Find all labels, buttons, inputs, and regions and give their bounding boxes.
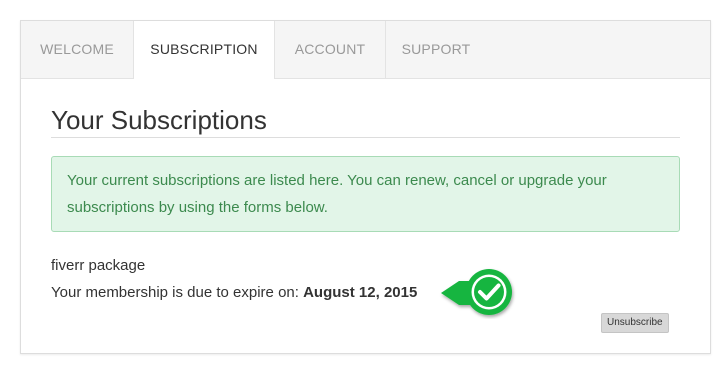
unsubscribe-button[interactable]: Unsubscribe <box>601 313 669 333</box>
tab-bar: WELCOME SUBSCRIPTION ACCOUNT SUPPORT <box>21 21 710 79</box>
page-title: Your Subscriptions <box>51 105 680 138</box>
checkmark-icon <box>439 267 517 319</box>
subscription-name: fiverr package <box>51 257 146 274</box>
tab-support[interactable]: SUPPORT <box>385 21 487 78</box>
tab-account[interactable]: ACCOUNT <box>275 21 386 78</box>
expiry-label: Your membership is due to expire on: <box>51 284 299 301</box>
expiry-line: Your membership is due to expire on: Aug… <box>51 284 417 301</box>
expiry-date: August 12, 2015 <box>303 284 418 301</box>
tab-subscription[interactable]: SUBSCRIPTION <box>133 21 275 79</box>
subscription-panel: WELCOME SUBSCRIPTION ACCOUNT SUPPORT You… <box>20 20 711 354</box>
tab-welcome[interactable]: WELCOME <box>21 21 134 78</box>
info-alert: Your current subscriptions are listed he… <box>51 156 680 232</box>
